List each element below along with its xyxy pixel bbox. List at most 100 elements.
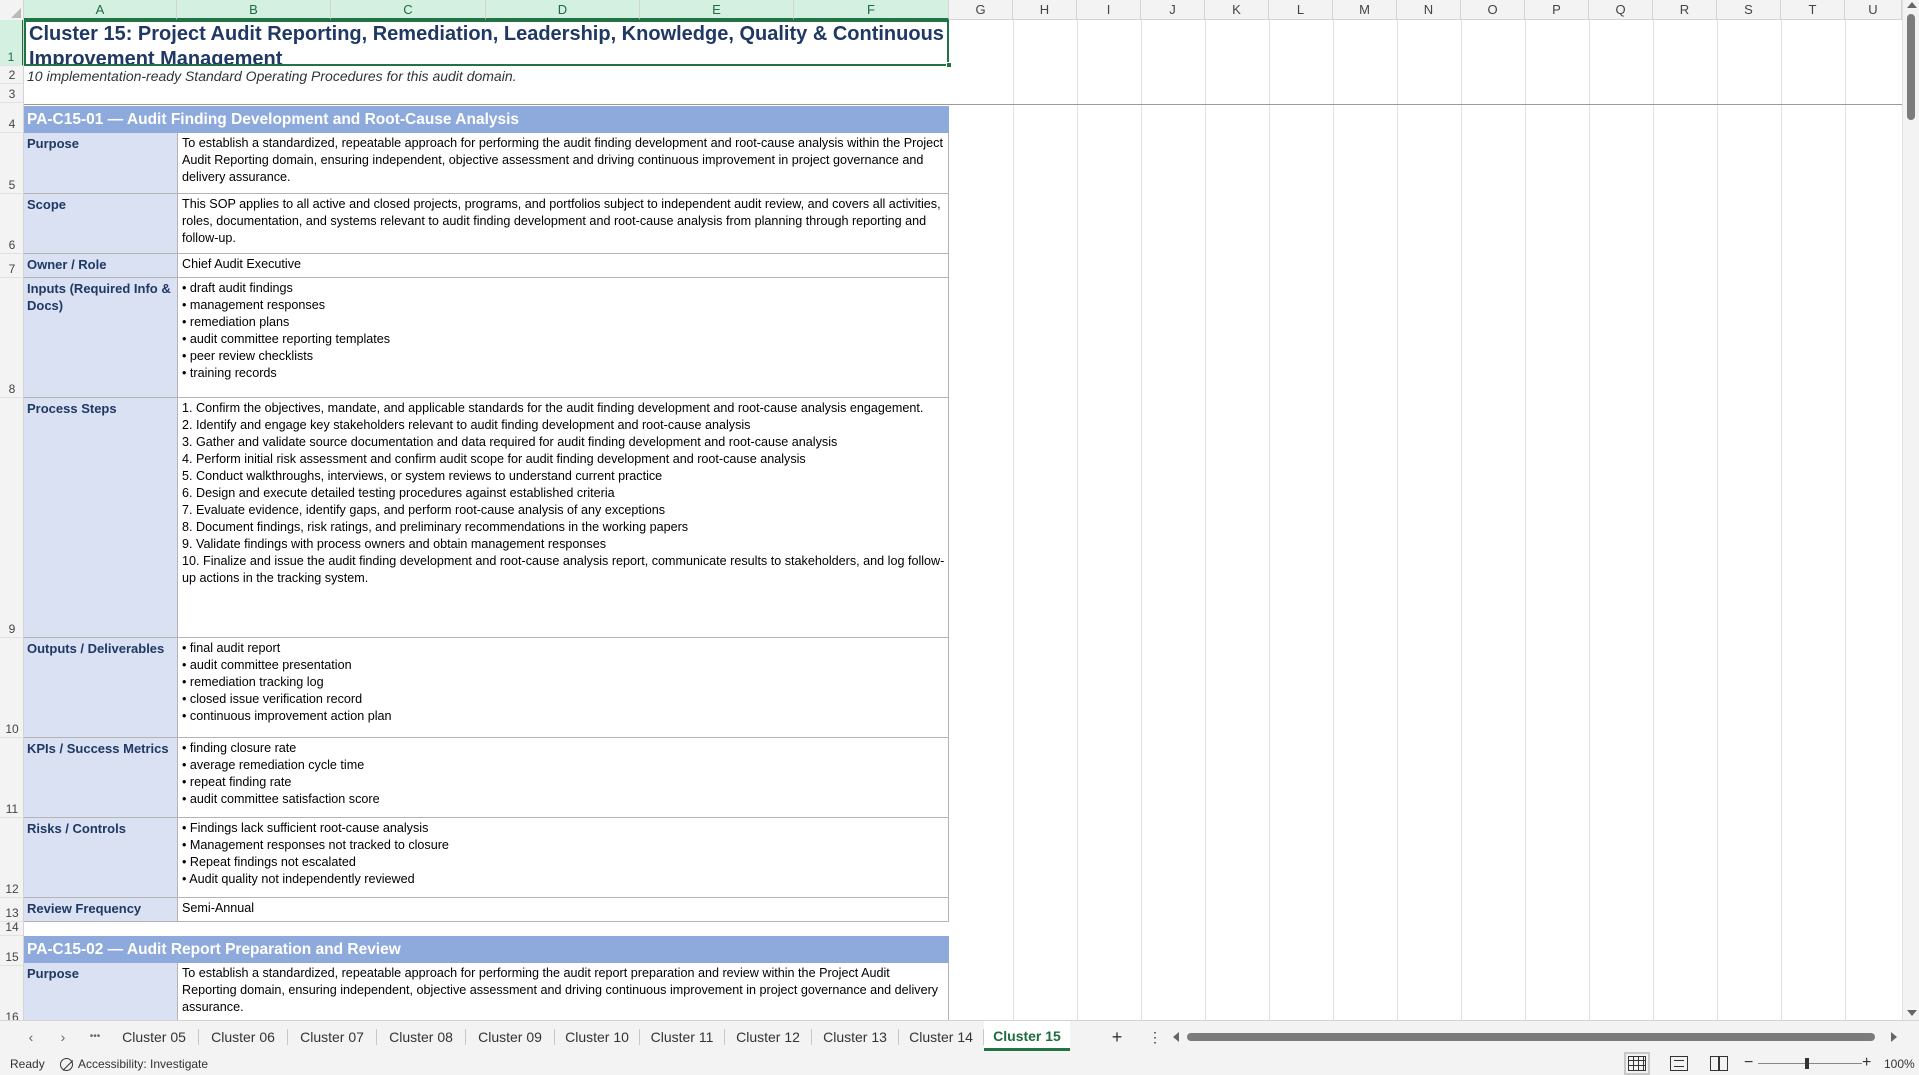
process-steps-value[interactable]: 1. Confirm the objectives, mandate, and … bbox=[179, 398, 949, 637]
row-header-2[interactable]: 2 bbox=[0, 66, 23, 84]
more-sheets-icon[interactable]: ••• bbox=[86, 1028, 104, 1046]
sheet-tab[interactable]: Cluster 08 bbox=[377, 1021, 465, 1053]
column-header-o[interactable]: O bbox=[1461, 0, 1525, 20]
scroll-up-icon[interactable] bbox=[1907, 2, 1917, 8]
kpis-value[interactable]: • finding closure rate • average remedia… bbox=[179, 738, 949, 817]
column-header-g[interactable]: G bbox=[949, 0, 1013, 20]
column-header-i[interactable]: I bbox=[1077, 0, 1141, 20]
row-header-5[interactable]: 5 bbox=[0, 133, 23, 194]
column-header-p[interactable]: P bbox=[1525, 0, 1589, 20]
sheet-tab[interactable]: Cluster 06 bbox=[199, 1021, 287, 1053]
column-header-h[interactable]: H bbox=[1013, 0, 1077, 20]
process-steps-label[interactable]: Process Steps bbox=[24, 398, 178, 637]
horizontal-scroll-thumb[interactable] bbox=[1187, 1033, 1875, 1041]
purpose-label[interactable]: Purpose bbox=[24, 133, 178, 193]
horizontal-scrollbar[interactable] bbox=[1173, 1030, 1897, 1044]
scope-label[interactable]: Scope bbox=[24, 194, 178, 253]
previous-sheet-icon[interactable]: ‹ bbox=[22, 1028, 40, 1046]
inputs-label[interactable]: Inputs (Required Info & Docs) bbox=[24, 278, 178, 397]
zoom-slider-thumb[interactable] bbox=[1805, 1058, 1809, 1069]
purpose-value[interactable]: To establish a standardized, repeatable … bbox=[179, 963, 949, 1020]
page-break-preview-icon[interactable] bbox=[1710, 1056, 1728, 1071]
more-options-icon[interactable]: ⋮ bbox=[1148, 1027, 1162, 1047]
column-header-n[interactable]: N bbox=[1397, 0, 1461, 20]
sheet-tab[interactable]: Cluster 11 bbox=[640, 1021, 724, 1053]
row-header-14[interactable]: 14 bbox=[0, 920, 23, 936]
scroll-right-icon[interactable] bbox=[1891, 1032, 1897, 1042]
review-value[interactable]: Semi-Annual bbox=[179, 898, 949, 921]
column-header-a[interactable]: A bbox=[24, 0, 177, 20]
risks-value[interactable]: • Findings lack sufficient root-cause an… bbox=[179, 818, 949, 897]
sheet-tab[interactable]: Cluster 09 bbox=[466, 1021, 554, 1053]
scope-value[interactable]: This SOP applies to all active and close… bbox=[179, 194, 949, 253]
column-header-c[interactable]: C bbox=[331, 0, 486, 20]
zoom-slider[interactable] bbox=[1758, 1063, 1862, 1064]
page-layout-view-icon[interactable] bbox=[1670, 1056, 1688, 1071]
column-header-e[interactable]: E bbox=[640, 0, 794, 20]
outputs-value[interactable]: • final audit report • audit committee p… bbox=[179, 638, 949, 737]
purpose-value[interactable]: To establish a standardized, repeatable … bbox=[179, 133, 949, 193]
row-header-1[interactable]: 1 bbox=[0, 20, 23, 66]
next-sheet-icon[interactable]: › bbox=[54, 1028, 72, 1046]
risks-label[interactable]: Risks / Controls bbox=[24, 818, 178, 897]
accessibility-status[interactable]: Accessibility: Investigate bbox=[60, 1057, 208, 1071]
row-header-3[interactable]: 3 bbox=[0, 84, 23, 103]
zoom-level[interactable]: 100% bbox=[1884, 1057, 1915, 1071]
row-header-8[interactable]: 8 bbox=[0, 278, 23, 398]
owner-value[interactable]: Chief Audit Executive bbox=[179, 254, 949, 277]
row-header-4[interactable]: 4 bbox=[0, 103, 23, 133]
scroll-down-icon[interactable] bbox=[1907, 1010, 1917, 1016]
zoom-in-icon[interactable]: + bbox=[1862, 1054, 1871, 1072]
select-all-button[interactable] bbox=[0, 0, 24, 20]
column-header-u[interactable]: U bbox=[1845, 0, 1902, 20]
zoom-out-icon[interactable]: − bbox=[1744, 1054, 1753, 1072]
column-header-t[interactable]: T bbox=[1781, 0, 1845, 20]
row-header-9[interactable]: 9 bbox=[0, 398, 23, 638]
worksheet-grid[interactable]: Cluster 15: Project Audit Reporting, Rem… bbox=[24, 20, 1902, 1020]
sop-row-outputs: Outputs / Deliverables • final audit rep… bbox=[24, 638, 949, 738]
column-header-m[interactable]: M bbox=[1333, 0, 1397, 20]
row-header-7[interactable]: 7 bbox=[0, 254, 23, 278]
sheet-tab-active[interactable]: Cluster 15 bbox=[984, 1021, 1070, 1051]
column-header-q[interactable]: Q bbox=[1589, 0, 1653, 20]
inputs-value[interactable]: • draft audit findings • management resp… bbox=[179, 278, 949, 397]
sop-row-process-steps: Process Steps 1. Confirm the objectives,… bbox=[24, 398, 949, 638]
fill-handle[interactable] bbox=[946, 62, 952, 68]
column-header-f[interactable]: F bbox=[794, 0, 949, 20]
sop-header[interactable]: PA-C15-01 — Audit Finding Development an… bbox=[24, 106, 949, 133]
vertical-scroll-thumb[interactable] bbox=[1907, 14, 1915, 120]
sop-row-kpis: KPIs / Success Metrics • finding closure… bbox=[24, 738, 949, 818]
normal-view-icon[interactable] bbox=[1624, 1052, 1650, 1075]
column-header-j[interactable]: J bbox=[1141, 0, 1205, 20]
column-header-r[interactable]: R bbox=[1653, 0, 1717, 20]
row-header-10[interactable]: 10 bbox=[0, 638, 23, 738]
owner-label[interactable]: Owner / Role bbox=[24, 254, 178, 277]
scroll-left-icon[interactable] bbox=[1173, 1032, 1179, 1042]
sheet-tab[interactable]: Cluster 10 bbox=[555, 1021, 639, 1053]
column-header-b[interactable]: B bbox=[177, 0, 331, 20]
column-header-s[interactable]: S bbox=[1717, 0, 1781, 20]
row-header-6[interactable]: 6 bbox=[0, 194, 23, 254]
column-header-l[interactable]: L bbox=[1269, 0, 1333, 20]
sheet-tab[interactable]: Cluster 14 bbox=[899, 1021, 983, 1053]
review-label[interactable]: Review Frequency bbox=[24, 898, 178, 921]
row-header-15[interactable]: 15 bbox=[0, 936, 23, 966]
sheet-tab[interactable]: Cluster 07 bbox=[288, 1021, 376, 1053]
kpis-label[interactable]: KPIs / Success Metrics bbox=[24, 738, 178, 817]
sop-header[interactable]: PA-C15-02 — Audit Report Preparation and… bbox=[24, 936, 949, 963]
sheet-title-cell[interactable]: Cluster 15: Project Audit Reporting, Rem… bbox=[24, 20, 949, 66]
sheet-tab[interactable]: Cluster 12 bbox=[725, 1021, 811, 1053]
row-header-12[interactable]: 12 bbox=[0, 818, 23, 898]
column-header-d[interactable]: D bbox=[486, 0, 640, 20]
row-header-11[interactable]: 11 bbox=[0, 738, 23, 818]
sheet-subtitle[interactable]: 10 implementation-ready Standard Operati… bbox=[27, 68, 517, 84]
vertical-scrollbar[interactable] bbox=[1902, 0, 1919, 1020]
sheet-tab[interactable]: Cluster 13 bbox=[812, 1021, 898, 1053]
outputs-label[interactable]: Outputs / Deliverables bbox=[24, 638, 178, 737]
purpose-label[interactable]: Purpose bbox=[24, 963, 178, 1020]
row-header-16[interactable]: 16 bbox=[0, 966, 23, 1020]
sheet-tab[interactable]: Cluster 05 bbox=[110, 1021, 198, 1053]
add-sheet-icon[interactable]: + bbox=[1107, 1027, 1127, 1047]
row-header-13[interactable]: 13 bbox=[0, 898, 23, 922]
column-header-k[interactable]: K bbox=[1205, 0, 1269, 20]
